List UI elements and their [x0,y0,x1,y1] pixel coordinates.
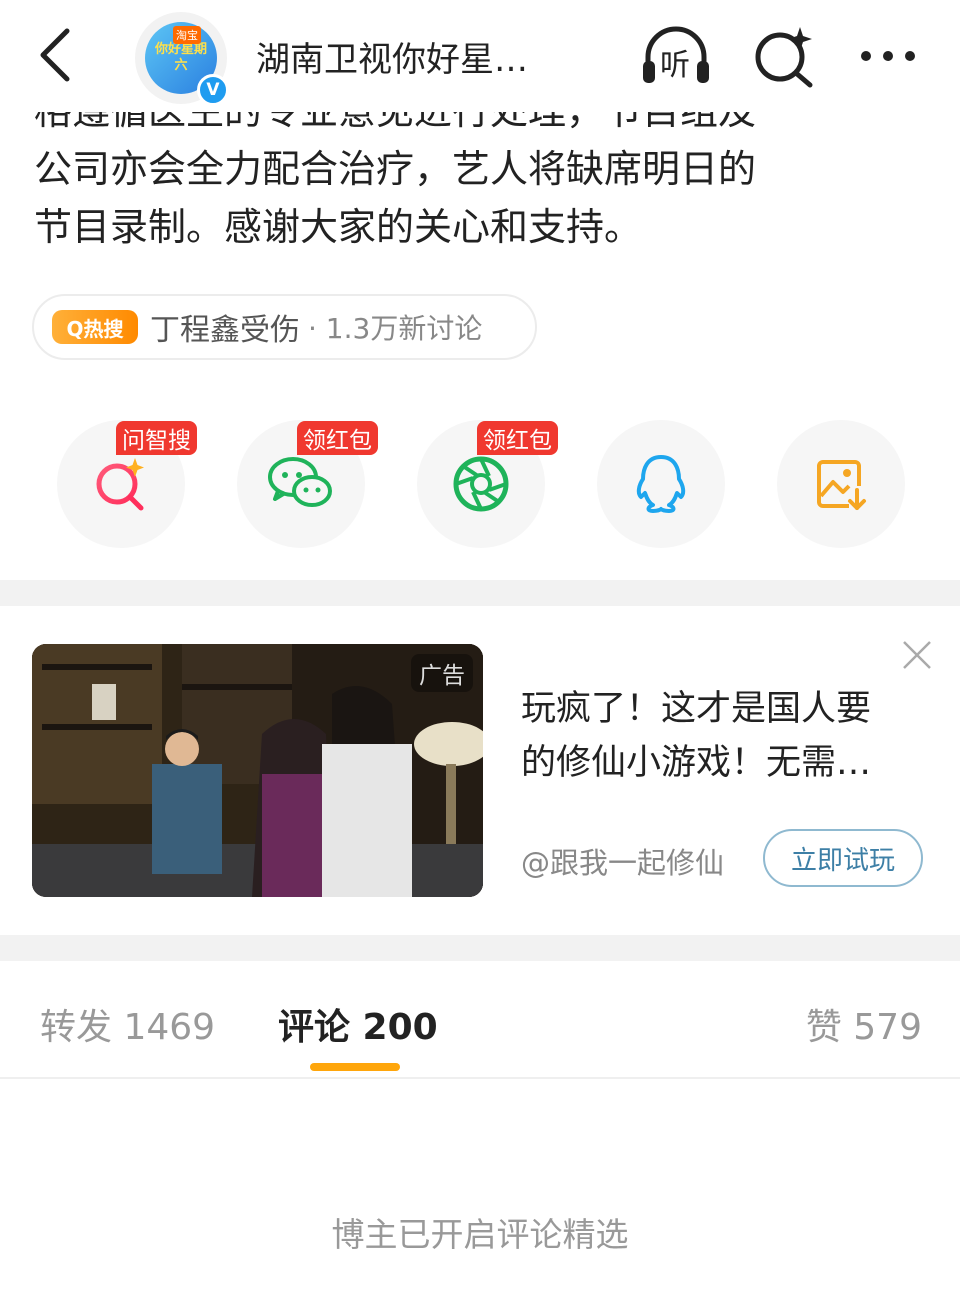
ad-source[interactable]: @跟我一起修仙 [521,840,724,882]
ad-image[interactable]: 广告 [32,644,483,897]
moments-icon [453,456,509,512]
hot-search-chip[interactable]: Q热搜 丁程鑫受伤 · 1.3万新讨论 [32,294,537,360]
share-badge: 领红包 [477,421,558,455]
tab-like[interactable]: 赞 579 [806,998,922,1050]
avatar-text: 你好星期六 [154,42,207,73]
hot-search-badge: Q热搜 [52,310,138,344]
back-button[interactable] [30,20,80,90]
post-line: 节目录制。感谢大家的关心和支持。 [34,205,643,249]
post-line: 公司亦会全力配合治疗，艺人将缺席明日的 [34,147,757,191]
comment-notice: 博主已开启评论精选 [331,1215,629,1254]
share-save-image-button[interactable] [777,420,905,548]
more-button[interactable] [852,22,924,90]
listen-button[interactable]: 听 [640,22,712,90]
ai-search-icon [755,27,813,88]
wechat-icon [268,457,332,507]
share-badge: 问智搜 [116,421,197,455]
ad-close-button[interactable] [897,635,937,675]
ad-title-line: 玩疯了！这才是国人要 [521,689,872,729]
section-divider [0,580,960,606]
post-body: 格遵循医生的专业意见进行处理，节目组及 公司亦会全力配合治疗，艺人将缺席明日的 … [34,100,934,256]
ai-search-button[interactable] [747,22,819,90]
close-icon [903,641,931,669]
ai-search-icon [96,458,144,511]
back-icon [40,28,70,82]
ad-cta-button[interactable]: 立即试玩 [763,829,923,887]
share-badge: 领红包 [297,421,378,455]
avatar-tag: 淘宝 [173,26,201,44]
ad-title[interactable]: 玩疯了！这才是国人要 的修仙小游戏！无需… [521,682,931,790]
tab-divider [0,1077,960,1079]
hot-search-meta: · 1.3万新讨论 [308,312,483,345]
listen-label: 听 [660,48,690,83]
more-icon [861,51,915,61]
ad-title-line: 的修仙小游戏！无需… [521,743,872,783]
hot-search-topic: 丁程鑫受伤 [150,313,300,348]
top-bar: 你好星期六 淘宝 V 湖南卫视你好星… 听 [0,0,960,112]
tab-repost[interactable]: 转发 1469 [40,998,215,1050]
verified-badge-icon: V [197,74,229,106]
page-title[interactable]: 湖南卫视你好星… [256,32,586,81]
ad-label: 广告 [411,654,473,692]
active-tab-indicator [310,1063,400,1071]
qq-icon [636,455,686,513]
tab-comment[interactable]: 评论 200 [278,998,438,1050]
share-qq-button[interactable] [597,420,725,548]
save-image-icon [817,460,866,510]
section-divider [0,935,960,961]
